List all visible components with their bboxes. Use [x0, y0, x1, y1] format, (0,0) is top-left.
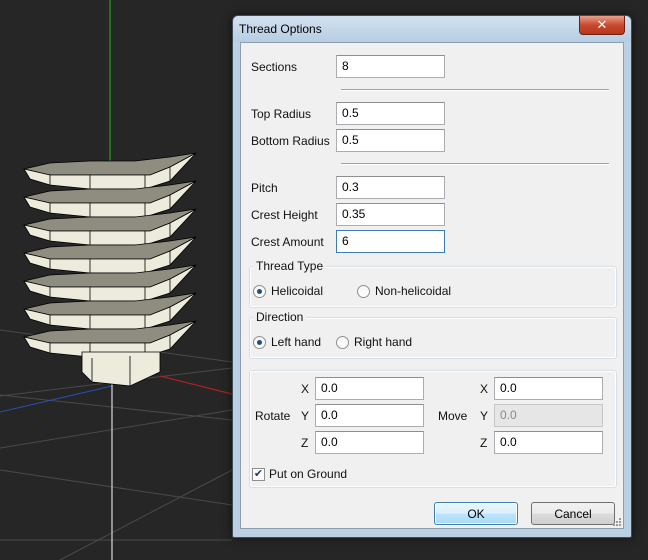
move-axis-y-label: Y [480, 409, 489, 423]
separator [341, 89, 609, 91]
dialog-body: Sections 8 Top Radius 0.5 Bottom Radius … [240, 42, 624, 529]
put-on-ground-label: Put on Ground [269, 467, 348, 481]
close-icon: ✕ [596, 17, 608, 32]
radio-left-hand-label: Left hand [271, 335, 322, 349]
rotate-y-input[interactable]: 0.0 [315, 404, 424, 427]
rotate-axis-x-label: X [301, 382, 310, 396]
move-axis-x-label: X [480, 382, 489, 396]
checkbox-checked-icon: ✔ [252, 467, 265, 481]
separator [341, 163, 609, 165]
sections-input[interactable]: 8 [336, 55, 445, 78]
dialog-title: Thread Options [239, 22, 322, 36]
pitch-input[interactable]: 0.3 [336, 176, 445, 199]
move-y-input: 0.0 [494, 404, 603, 427]
radio-unselected-icon [357, 284, 370, 298]
top-radius-label: Top Radius [251, 107, 312, 121]
thread-options-dialog: Thread Options ✕ Sections 8 Top Radius 0… [232, 15, 632, 538]
move-x-input[interactable]: 0.0 [494, 377, 603, 400]
radio-helicoidal[interactable]: Helicoidal [253, 284, 323, 298]
top-radius-input[interactable]: 0.5 [336, 102, 445, 125]
crest-height-label: Crest Height [251, 208, 318, 222]
radio-non-helicoidal-label: Non-helicoidal [375, 284, 452, 298]
sections-label: Sections [251, 60, 298, 74]
rotate-label: Rotate [255, 409, 291, 423]
radio-non-helicoidal[interactable]: Non-helicoidal [357, 284, 451, 298]
rotate-axis-z-label: Z [301, 436, 309, 450]
radio-selected-icon [253, 335, 266, 349]
crest-amount-label: Crest Amount [251, 235, 324, 249]
pitch-label: Pitch [251, 181, 278, 195]
put-on-ground-checkbox[interactable]: ✔ Put on Ground [252, 467, 347, 481]
thread-type-title: Thread Type [253, 259, 327, 273]
radio-left-hand[interactable]: Left hand [253, 335, 321, 349]
radio-helicoidal-label: Helicoidal [271, 284, 324, 298]
thread-mesh [23, 152, 197, 387]
rotate-z-input[interactable]: 0.0 [315, 431, 424, 454]
close-button[interactable]: ✕ [579, 16, 625, 35]
move-label: Move [438, 409, 468, 423]
bottom-radius-input[interactable]: 0.5 [336, 129, 445, 152]
rotate-axis-y-label: Y [301, 409, 310, 423]
bottom-radius-label: Bottom Radius [251, 134, 330, 148]
radio-right-hand-label: Right hand [354, 335, 413, 349]
direction-title: Direction [253, 310, 307, 324]
radio-unselected-icon [336, 335, 349, 349]
thread-face [81, 351, 161, 387]
crest-height-input[interactable]: 0.35 [336, 203, 445, 226]
resize-grip-icon[interactable] [611, 516, 621, 526]
move-z-input[interactable]: 0.0 [494, 431, 603, 454]
move-axis-z-label: Z [480, 436, 488, 450]
axis-z-blue [0, 385, 113, 413]
radio-selected-icon [253, 284, 266, 298]
radio-right-hand[interactable]: Right hand [336, 335, 412, 349]
cancel-button[interactable]: Cancel [531, 502, 615, 525]
crest-amount-input[interactable]: 6 [336, 230, 445, 253]
title-bar[interactable]: Thread Options ✕ [233, 16, 631, 42]
rotate-x-input[interactable]: 0.0 [315, 377, 424, 400]
axis-x-red [159, 375, 233, 395]
ok-button[interactable]: OK [434, 502, 518, 525]
